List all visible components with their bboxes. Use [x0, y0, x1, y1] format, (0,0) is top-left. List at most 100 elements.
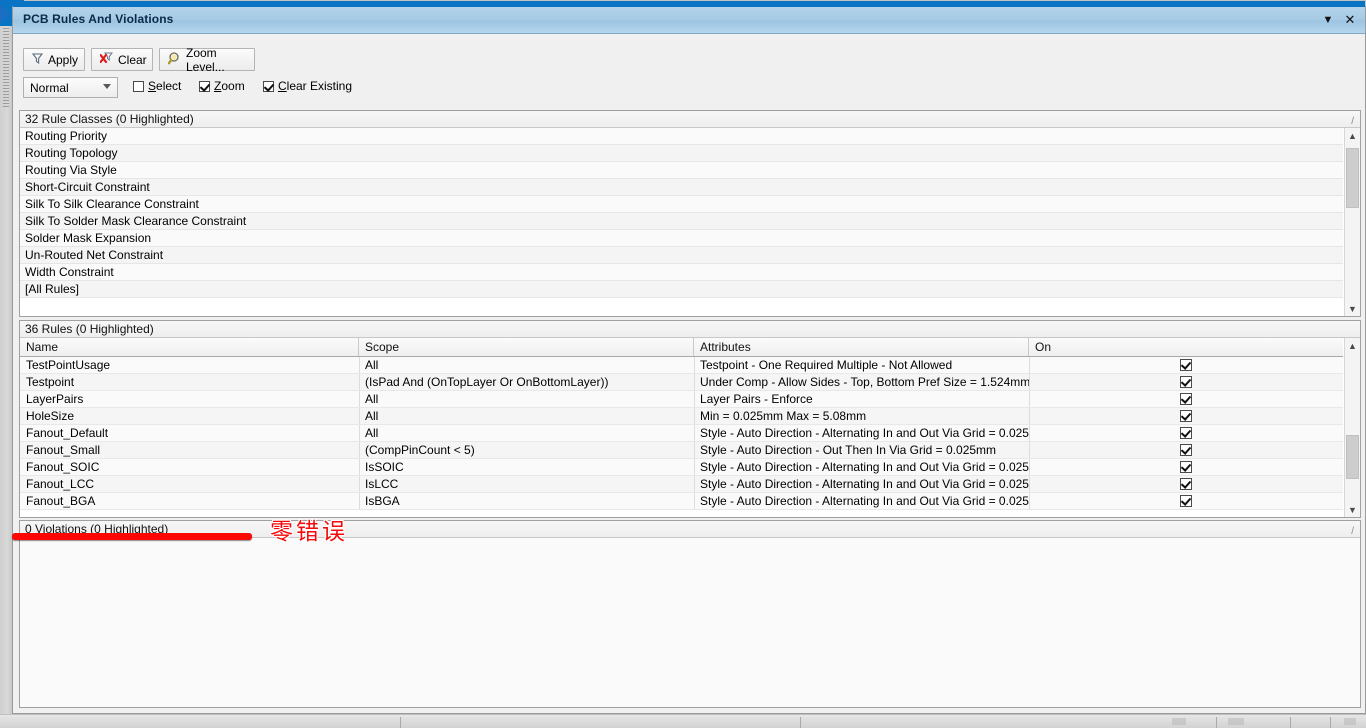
list-item[interactable]: Routing Topology	[20, 145, 1343, 162]
panel-title-bar: PCB Rules And Violations ▼ ✕	[13, 7, 1365, 34]
column-divider	[694, 357, 695, 373]
rule-enabled-checkbox[interactable]	[1180, 478, 1192, 490]
close-icon[interactable]: ✕	[1341, 11, 1359, 29]
column-header-on[interactable]: On	[1029, 338, 1345, 356]
rule-enabled-checkbox[interactable]	[1180, 410, 1192, 422]
display-mode-value: Normal	[30, 81, 69, 95]
column-divider	[359, 374, 360, 390]
checkbox-box	[1180, 359, 1192, 371]
column-divider	[694, 493, 695, 509]
zoom-level-button[interactable]: Zoom Level...	[159, 48, 255, 71]
list-item[interactable]: Routing Priority	[20, 128, 1343, 145]
column-header-scope[interactable]: Scope	[359, 338, 694, 356]
table-row[interactable]: TestPointUsageAllTestpoint - One Require…	[20, 357, 1343, 374]
status-divider	[1216, 717, 1217, 728]
table-row[interactable]: Fanout_DefaultAllStyle - Auto Direction …	[20, 425, 1343, 442]
cell-name: HoleSize	[20, 408, 359, 425]
cell-scope: IsBGA	[359, 493, 694, 510]
magnifier-icon	[168, 52, 181, 68]
apply-button[interactable]: Apply	[23, 48, 85, 71]
scroll-up-icon[interactable]: ▲	[1345, 128, 1360, 143]
list-item[interactable]: Short-Circuit Constraint	[20, 179, 1343, 196]
column-divider	[1029, 493, 1030, 509]
table-row[interactable]: Fanout_Small(CompPinCount < 5)Style - Au…	[20, 442, 1343, 459]
annotation-underline	[12, 533, 252, 540]
apply-button-label: Apply	[48, 53, 78, 67]
rules-header-label: 36 Rules (0 Highlighted)	[25, 322, 154, 336]
clear-funnel-icon	[100, 52, 113, 67]
status-ghost-item	[1228, 718, 1244, 725]
column-divider	[1029, 459, 1030, 475]
cell-name: Fanout_BGA	[20, 493, 359, 510]
rules-header[interactable]: 36 Rules (0 Highlighted)	[20, 321, 1360, 338]
cell-scope: IsSOIC	[359, 459, 694, 476]
cell-attributes: Layer Pairs - Enforce	[694, 391, 1029, 408]
cell-scope: All	[359, 357, 694, 374]
column-divider	[359, 442, 360, 458]
select-checkbox-label: Select	[148, 79, 181, 93]
table-row[interactable]: Fanout_LCCIsLCCStyle - Auto Direction - …	[20, 476, 1343, 493]
cell-attributes: Style - Auto Direction - Alternating In …	[694, 425, 1029, 442]
funnel-icon	[32, 53, 43, 67]
violations-rows[interactable]	[20, 538, 1360, 707]
list-item[interactable]: Un-Routed Net Constraint	[20, 247, 1343, 264]
display-mode-select[interactable]: Normal	[23, 77, 118, 98]
rule-classes-scrollbar[interactable]: ▲ ▼	[1344, 128, 1360, 316]
list-item[interactable]: Routing Via Style	[20, 162, 1343, 179]
status-divider	[1330, 717, 1331, 728]
scrollbar-thumb[interactable]	[1346, 435, 1359, 479]
scroll-down-icon[interactable]: ▼	[1345, 301, 1360, 316]
rule-enabled-checkbox[interactable]	[1180, 427, 1192, 439]
zoom-checkbox[interactable]: Zoom	[199, 79, 245, 93]
table-row[interactable]: Fanout_BGAIsBGAStyle - Auto Direction - …	[20, 493, 1343, 510]
cell-name: LayerPairs	[20, 391, 359, 408]
scrollbar-thumb[interactable]	[1346, 148, 1359, 208]
column-divider	[694, 374, 695, 390]
cell-attributes: Style - Auto Direction - Alternating In …	[694, 493, 1029, 510]
rule-classes-rows[interactable]: Routing PriorityRouting TopologyRouting …	[20, 128, 1343, 316]
dock-collapse-arrow-icon[interactable]	[0, 4, 10, 24]
list-item[interactable]: [All Rules]	[20, 281, 1343, 298]
clear-existing-checkbox[interactable]: Clear Existing	[263, 79, 352, 93]
rules-scrollbar[interactable]: ▲ ▼	[1344, 338, 1360, 517]
chevron-down-icon[interactable]: ▼	[1319, 11, 1337, 29]
column-divider	[359, 391, 360, 407]
list-item[interactable]: Silk To Solder Mask Clearance Constraint	[20, 213, 1343, 230]
cell-scope: All	[359, 408, 694, 425]
cell-attributes: Testpoint - One Required Multiple - Not …	[694, 357, 1029, 374]
rule-enabled-checkbox[interactable]	[1180, 393, 1192, 405]
table-row[interactable]: Fanout_SOICIsSOICStyle - Auto Direction …	[20, 459, 1343, 476]
rule-enabled-checkbox[interactable]	[1180, 359, 1192, 371]
column-header-attributes[interactable]: Attributes	[694, 338, 1029, 356]
rule-enabled-checkbox[interactable]	[1180, 495, 1192, 507]
column-divider	[359, 425, 360, 441]
list-item[interactable]: Silk To Silk Clearance Constraint	[20, 196, 1343, 213]
table-row[interactable]: Testpoint(IsPad And (OnTopLayer Or OnBot…	[20, 374, 1343, 391]
select-checkbox[interactable]: Select	[133, 79, 181, 93]
column-divider	[694, 391, 695, 407]
table-row[interactable]: HoleSizeAllMin = 0.025mm Max = 5.08mm	[20, 408, 1343, 425]
clear-existing-checkbox-box	[263, 81, 274, 92]
rule-enabled-checkbox[interactable]	[1180, 461, 1192, 473]
scroll-up-icon[interactable]: ▲	[1345, 338, 1360, 353]
list-item[interactable]: Solder Mask Expansion	[20, 230, 1343, 247]
page-title: PCB Rules And Violations	[23, 12, 173, 26]
column-header-name[interactable]: Name	[20, 338, 359, 356]
clear-button[interactable]: Clear	[91, 48, 153, 71]
scroll-down-icon[interactable]: ▼	[1345, 502, 1360, 517]
rule-enabled-checkbox[interactable]	[1180, 376, 1192, 388]
cell-scope: IsLCC	[359, 476, 694, 493]
panel-drag-gripper[interactable]	[3, 28, 9, 108]
cell-attributes: Min = 0.025mm Max = 5.08mm	[694, 408, 1029, 425]
table-row[interactable]: LayerPairsAllLayer Pairs - Enforce	[20, 391, 1343, 408]
annotation-text: 零错误	[270, 512, 348, 546]
chevron-down-icon	[103, 84, 111, 89]
list-item[interactable]: Width Constraint	[20, 264, 1343, 281]
column-divider	[1029, 391, 1030, 407]
rules-rows[interactable]: TestPointUsageAllTestpoint - One Require…	[20, 357, 1343, 517]
column-divider	[359, 493, 360, 509]
rule-classes-header[interactable]: 32 Rule Classes (0 Highlighted) /	[20, 111, 1360, 128]
cell-name: TestPointUsage	[20, 357, 359, 374]
rule-enabled-checkbox[interactable]	[1180, 444, 1192, 456]
column-divider	[694, 442, 695, 458]
